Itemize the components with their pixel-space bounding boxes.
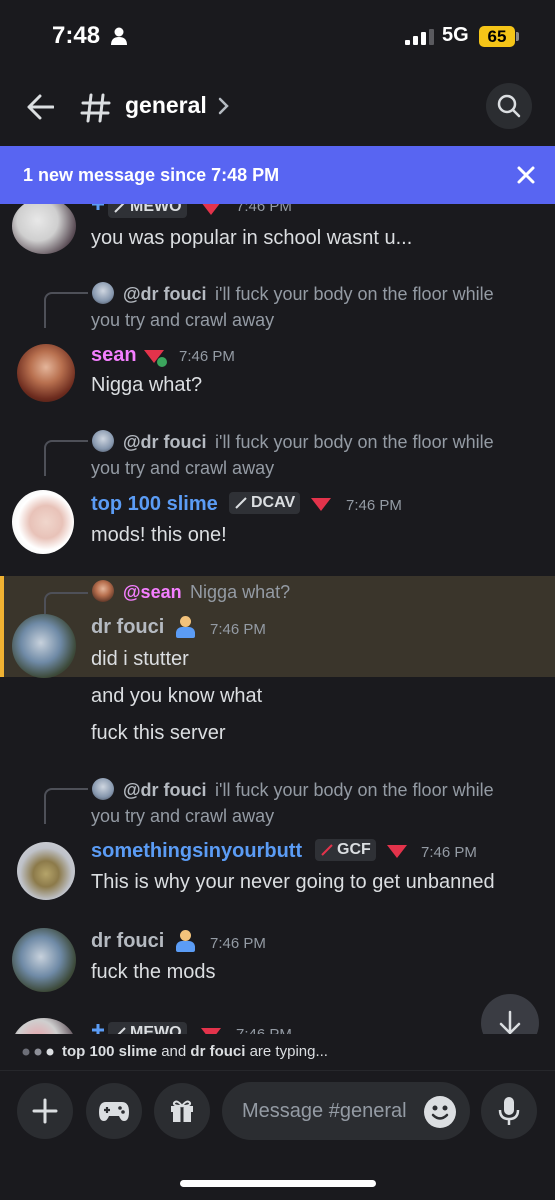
timestamp: 7:46 PM xyxy=(421,844,477,861)
gem-icon xyxy=(202,204,220,215)
typing-text: top 100 slime and dr fouci are typing... xyxy=(62,1043,328,1060)
avatar[interactable] xyxy=(12,1018,76,1034)
reply-connector xyxy=(44,440,88,476)
sword-icon xyxy=(235,497,247,509)
reply-avatar xyxy=(92,580,114,602)
person-emoji-icon xyxy=(174,930,196,952)
plus-icon xyxy=(32,1098,58,1124)
message-text: did i stutter xyxy=(91,648,189,670)
add-button[interactable] xyxy=(17,1083,73,1139)
channel-name[interactable]: general xyxy=(125,92,207,119)
timestamp: 7:46 PM xyxy=(236,1026,292,1034)
timestamp: 7:46 PM xyxy=(210,621,266,638)
gem-icon xyxy=(144,350,167,367)
username[interactable]: somethingsinyourbutt xyxy=(91,840,302,863)
status-time: 7:48 xyxy=(52,22,101,49)
status-bar: 7:48 5G 65 xyxy=(0,0,555,74)
gift-button[interactable] xyxy=(154,1083,210,1139)
gem-icon xyxy=(201,1028,221,1034)
avatar[interactable] xyxy=(17,842,75,900)
hash-icon xyxy=(80,93,111,123)
battery-tip xyxy=(516,32,519,41)
gamepad-icon xyxy=(99,1102,129,1121)
username[interactable]: sean xyxy=(91,344,137,367)
reply-mention[interactable]: @dr fouci xyxy=(123,284,207,304)
reply-preview-cont: you try and crawl away xyxy=(91,806,275,826)
boost-icon xyxy=(92,204,104,210)
gem-icon xyxy=(387,845,407,858)
avatar[interactable] xyxy=(12,928,76,992)
reply-mention[interactable]: @dr fouci xyxy=(123,432,207,452)
search-button[interactable] xyxy=(486,83,532,129)
home-indicator[interactable] xyxy=(180,1180,376,1187)
boost-icon xyxy=(92,1024,104,1034)
message-text: This is why your never going to get unba… xyxy=(91,871,495,893)
sword-icon xyxy=(114,204,125,213)
typing-dots-icon xyxy=(22,1048,54,1056)
reply-preview-cont: you try and crawl away xyxy=(91,310,275,330)
avatar[interactable] xyxy=(12,490,74,554)
timestamp: 7:46 PM xyxy=(346,497,402,514)
close-icon[interactable] xyxy=(516,165,536,185)
reply-avatar xyxy=(92,778,114,800)
reply-preview[interactable]: i'll fuck your body on the floor while xyxy=(215,432,494,452)
activities-button[interactable] xyxy=(86,1083,142,1139)
smiley-icon xyxy=(431,1105,449,1120)
network-label: 5G xyxy=(442,24,469,46)
username[interactable]: top 100 slime xyxy=(91,493,218,516)
reply-mention[interactable]: @dr fouci xyxy=(123,780,207,800)
person-icon xyxy=(111,27,127,45)
username[interactable]: dr fouci xyxy=(91,616,164,639)
person-emoji-icon xyxy=(174,616,196,638)
battery-icon: 65 xyxy=(479,26,515,47)
channel-header: general xyxy=(0,74,555,146)
arrow-down-icon xyxy=(499,1010,521,1035)
message-text: fuck this server xyxy=(91,722,226,744)
role-tag: MEWO xyxy=(108,1022,187,1034)
mention-highlight-bar xyxy=(0,576,4,677)
chevron-right-icon[interactable] xyxy=(218,97,230,115)
timestamp: 7:46 PM xyxy=(236,204,292,215)
voice-message-button[interactable] xyxy=(481,1083,537,1139)
reply-avatar xyxy=(92,430,114,452)
timestamp: 7:46 PM xyxy=(210,935,266,952)
message-input-placeholder: Message #general xyxy=(242,1100,407,1122)
username[interactable]: dr fouci xyxy=(91,930,164,953)
reply-preview[interactable]: Nigga what? xyxy=(190,582,290,602)
reply-avatar xyxy=(92,282,114,304)
sword-icon xyxy=(117,1027,126,1034)
reply-preview[interactable]: i'll fuck your body on the floor while xyxy=(215,284,494,304)
avatar[interactable] xyxy=(12,614,76,678)
new-message-banner[interactable]: 1 new message since 7:48 PM xyxy=(0,146,555,204)
microphone-icon xyxy=(498,1097,520,1125)
reply-preview[interactable]: i'll fuck your body on the floor while xyxy=(215,780,494,800)
reply-connector xyxy=(44,788,88,824)
typing-indicator: top 100 slime and dr fouci are typing... xyxy=(0,1034,555,1070)
avatar[interactable] xyxy=(17,344,75,402)
reply-connector xyxy=(44,292,88,328)
emoji-button[interactable] xyxy=(424,1096,456,1128)
message-text: and you know what xyxy=(91,685,263,707)
role-tag: MEWO xyxy=(108,204,187,218)
new-message-banner-text: 1 new message since 7:48 PM xyxy=(23,165,280,185)
gift-icon xyxy=(171,1100,193,1122)
gem-icon xyxy=(311,498,331,511)
message-text: Nigga what? xyxy=(91,374,203,396)
back-arrow-icon[interactable] xyxy=(26,94,54,120)
reply-mention[interactable]: @sean xyxy=(123,582,182,602)
signal-icon xyxy=(405,29,434,45)
message-list[interactable]: MEWO 7:46 PM you was popular in school w… xyxy=(0,204,555,1034)
reply-connector xyxy=(44,592,88,614)
search-icon xyxy=(497,94,521,118)
role-tag: GCF xyxy=(315,839,376,861)
message-text: mods! this one! xyxy=(91,524,227,546)
avatar[interactable] xyxy=(12,204,76,254)
timestamp: 7:46 PM xyxy=(179,348,235,365)
role-tag: DCAV xyxy=(229,492,301,514)
sword-icon xyxy=(321,844,333,856)
message-text: you was popular in school wasnt u... xyxy=(91,227,413,249)
reply-preview-cont: you try and crawl away xyxy=(91,458,275,478)
message-text: fuck the mods xyxy=(91,961,216,983)
